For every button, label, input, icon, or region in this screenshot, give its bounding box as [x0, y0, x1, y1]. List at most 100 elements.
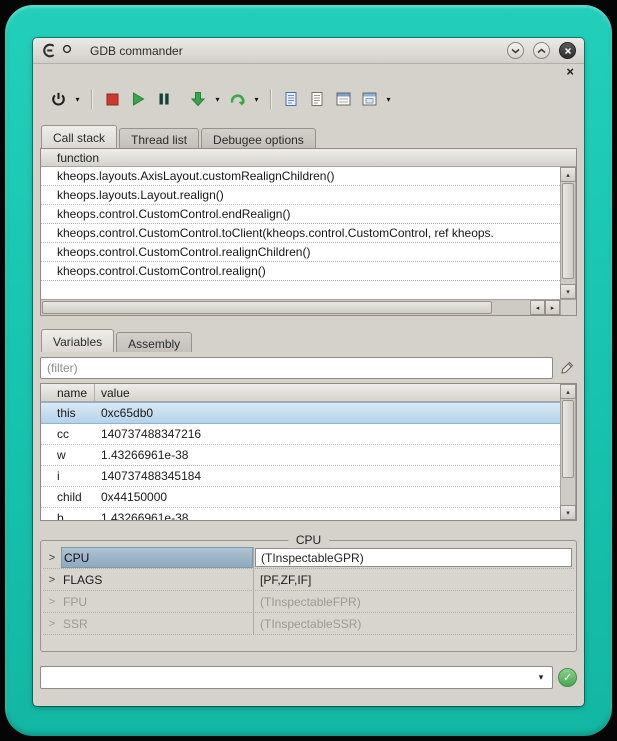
shade-button[interactable]: [507, 42, 524, 59]
command-row: ▾ ✓: [40, 666, 577, 689]
pause-button[interactable]: [151, 86, 177, 112]
continue-button[interactable]: [224, 86, 250, 112]
call-stack-vscrollbar[interactable]: ▴ ▾: [560, 167, 576, 299]
hscroll-handle[interactable]: [42, 301, 492, 314]
tab-debugee-options[interactable]: Debugee options: [201, 128, 316, 148]
call-stack-row[interactable]: kheops.control.CustomControl.realign(): [41, 262, 560, 281]
call-stack-row[interactable]: kheops.layouts.Layout.realign(): [41, 186, 560, 205]
scroll-left-icon[interactable]: ◂: [530, 300, 545, 315]
call-stack-row[interactable]: kheops.control.CustomControl.toClient(kh…: [41, 224, 560, 243]
tab-assembly[interactable]: Assembly: [116, 332, 192, 352]
register-group-name: FPU: [61, 591, 253, 612]
filter-row: [40, 357, 577, 379]
variable-row[interactable]: w 1.43266961e-38: [41, 445, 560, 466]
register-group-value: (TInspectableFPR): [253, 591, 574, 612]
variable-row[interactable]: i 140737488345184: [41, 466, 560, 487]
watch-window-icon: [335, 91, 352, 107]
call-stack-header[interactable]: function: [41, 149, 576, 167]
step-into-icon: [190, 91, 206, 107]
dock-close-icon[interactable]: ×: [566, 65, 574, 79]
check-icon: ✓: [563, 671, 572, 684]
send-command-button[interactable]: ✓: [558, 668, 577, 687]
register-group-value: (TInspectableSSR): [253, 613, 574, 634]
variable-name: i: [41, 469, 95, 483]
toolbar-separator: [270, 89, 271, 109]
run-button[interactable]: [125, 86, 151, 112]
document-list-button[interactable]: [304, 86, 330, 112]
scroll-down-icon[interactable]: ▾: [560, 284, 576, 299]
expander-icon[interactable]: >: [43, 613, 61, 634]
register-group-value-cell: (TInspectableGPR): [253, 547, 574, 568]
variable-value: 140737488345184: [95, 469, 201, 483]
document-button[interactable]: [278, 86, 304, 112]
combo-dropdown-icon[interactable]: ▾: [533, 670, 549, 685]
pause-icon: [157, 92, 171, 106]
register-group-value: [PF,ZF,IF]: [253, 569, 574, 590]
filter-input[interactable]: [40, 357, 553, 379]
expander-icon[interactable]: >: [43, 569, 61, 590]
cpu-row-disabled[interactable]: > FPU (TInspectableFPR): [43, 591, 574, 613]
call-stack-list: function kheops.layouts.AxisLayout.custo…: [40, 148, 577, 316]
new-window-icon: [361, 91, 378, 107]
variables-header[interactable]: name value: [41, 384, 560, 402]
variable-value: 0xc65db0: [95, 406, 153, 420]
cpu-groupbox: CPU > CPU (TInspectableGPR) > FLAGS [PF,…: [40, 540, 577, 652]
pen-icon[interactable]: [557, 358, 577, 378]
stop-button[interactable]: [99, 86, 125, 112]
step-into-caret[interactable]: ▾: [211, 86, 224, 112]
toolbar: ▾: [33, 82, 584, 116]
stop-icon: [105, 92, 120, 107]
tab-call-stack[interactable]: Call stack: [41, 125, 117, 148]
register-group-name: FLAGS: [61, 569, 253, 590]
watch-window-button[interactable]: [330, 86, 356, 112]
cpu-row-selected[interactable]: > CPU (TInspectableGPR): [43, 547, 574, 569]
register-value-editor[interactable]: (TInspectableGPR): [255, 548, 572, 567]
variable-name: w: [41, 448, 95, 462]
call-stack-row[interactable]: kheops.control.CustomControl.realignChil…: [41, 243, 560, 262]
close-button[interactable]: [559, 42, 576, 59]
variable-value: 140737488347216: [95, 427, 201, 441]
variable-row[interactable]: b 1.43266961e-38: [41, 508, 560, 520]
variable-row[interactable]: cc 140737488347216: [41, 424, 560, 445]
variables-vscrollbar[interactable]: ▴ ▾: [560, 384, 576, 520]
variable-row[interactable]: child 0x44150000: [41, 487, 560, 508]
variable-name: this: [41, 406, 95, 420]
name-column-header[interactable]: name: [41, 384, 95, 401]
gdb-command-input[interactable]: [42, 668, 530, 687]
cpu-group-title: CPU: [288, 533, 329, 547]
vscroll-handle[interactable]: [562, 183, 574, 279]
cpu-row[interactable]: > FLAGS [PF,ZF,IF]: [43, 569, 574, 591]
play-icon: [130, 91, 146, 107]
cpu-row-disabled[interactable]: > SSR (TInspectableSSR): [43, 613, 574, 635]
scroll-up-icon[interactable]: ▴: [560, 384, 576, 399]
titlebar[interactable]: GDB commander: [33, 38, 584, 64]
value-column-header[interactable]: value: [95, 386, 130, 400]
document-icon: [283, 91, 299, 107]
scroll-up-icon[interactable]: ▴: [560, 167, 576, 182]
gdb-commander-window: GDB commander ×: [33, 38, 584, 706]
power-menu-caret[interactable]: ▾: [71, 86, 84, 112]
call-stack-hscrollbar[interactable]: ◂ ▸: [41, 299, 576, 315]
function-column-header[interactable]: function: [41, 151, 99, 165]
vscroll-handle[interactable]: [562, 400, 574, 478]
continue-caret[interactable]: ▾: [250, 86, 263, 112]
scroll-down-icon[interactable]: ▾: [560, 505, 576, 520]
call-stack-row[interactable]: kheops.layouts.AxisLayout.customRealignC…: [41, 167, 560, 186]
continue-icon: [229, 91, 246, 108]
app-icon: [41, 43, 57, 59]
step-into-button[interactable]: [185, 86, 211, 112]
gdb-command-combo[interactable]: ▾: [40, 666, 553, 689]
expander-icon[interactable]: >: [43, 547, 61, 568]
maximize-button[interactable]: [533, 42, 550, 59]
register-group-name: CPU: [61, 547, 253, 568]
variable-row-selected[interactable]: this 0xc65db0: [41, 402, 560, 424]
tab-variables[interactable]: Variables: [41, 329, 114, 352]
expander-icon[interactable]: >: [43, 591, 61, 612]
badge-icon: [61, 43, 72, 54]
scroll-right-icon[interactable]: ▸: [545, 300, 560, 315]
power-button[interactable]: [45, 86, 71, 112]
tab-thread-list[interactable]: Thread list: [119, 128, 199, 148]
window-menu-caret[interactable]: ▾: [382, 86, 395, 112]
new-window-button[interactable]: [356, 86, 382, 112]
call-stack-row[interactable]: kheops.control.CustomControl.endRealign(…: [41, 205, 560, 224]
